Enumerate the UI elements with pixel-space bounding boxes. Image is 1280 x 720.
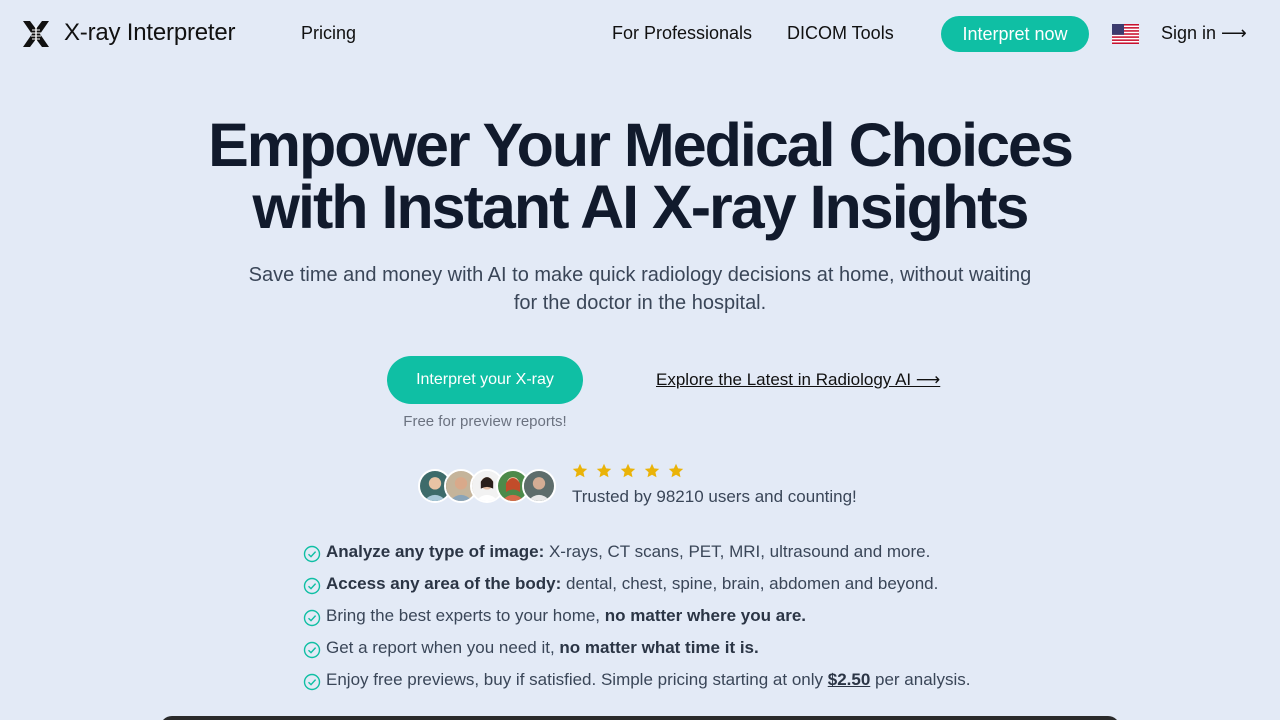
hero-headline-line-2: with Instant AI X-ray Insights (252, 173, 1030, 241)
demo-preview-frame (160, 716, 1120, 720)
sign-in-link[interactable]: Sign in ⟶ (1161, 23, 1247, 44)
us-flag-icon[interactable] (1112, 24, 1139, 44)
feature-text: X-rays, CT scans, PET, MRI, ultrasound a… (544, 542, 931, 561)
feature-text: per analysis. (870, 670, 971, 689)
feature-bold: no matter what time it is. (554, 638, 759, 657)
pricing-link[interactable]: $2.50 (828, 670, 871, 689)
feature-item: Bring the best experts to your home, no … (303, 606, 1023, 630)
star-icon (644, 463, 660, 478)
nav-for-professionals-link[interactable]: For Professionals (612, 23, 752, 44)
star-icon (620, 463, 636, 478)
check-circle-icon (303, 641, 321, 659)
check-circle-icon (303, 673, 321, 691)
user-avatars (418, 469, 558, 503)
feature-text: Enjoy free previews, buy if satisfied. S… (326, 670, 828, 689)
check-circle-icon (303, 609, 321, 627)
feature-item: Enjoy free previews, buy if satisfied. S… (303, 670, 1023, 694)
check-circle-icon (303, 577, 321, 595)
nav-pricing-link[interactable]: Pricing (301, 23, 356, 44)
nav-dicom-tools-link[interactable]: DICOM Tools (787, 23, 894, 44)
avatar (522, 469, 556, 503)
check-circle-icon (303, 545, 321, 563)
feature-item: Analyze any type of image: X-rays, CT sc… (303, 542, 1023, 566)
feature-item: Access any area of the body: dental, che… (303, 574, 1023, 598)
interpret-now-button[interactable]: Interpret now (941, 16, 1089, 52)
brand-name[interactable]: X-ray Interpreter (64, 19, 236, 47)
trust-text: Trusted by 98210 users and counting! (572, 487, 857, 506)
feature-bold: Access any area of the body: (326, 574, 562, 593)
hero-subtitle: Save time and money with AI to make quic… (248, 264, 1032, 314)
interpret-your-xray-button[interactable]: Interpret your X-ray (387, 356, 583, 404)
feature-bold: Analyze any type of image: (326, 542, 545, 561)
feature-text: Get a report when you need it, (326, 638, 555, 657)
star-icon (596, 463, 612, 478)
star-icon (668, 463, 684, 478)
feature-text: dental, chest, spine, brain, abdomen and… (561, 574, 939, 593)
feature-text: Bring the best experts to your home, (326, 606, 601, 625)
x-ray-logo-icon[interactable] (22, 20, 50, 48)
explore-radiology-ai-link[interactable]: Explore the Latest in Radiology AI ⟶ (656, 370, 940, 390)
feature-item: Get a report when you need it, no matter… (303, 638, 1023, 662)
top-nav: X-ray Interpreter Pricing For Profession… (0, 0, 1280, 68)
hero-headline-line-1: Empower Your Medical Choices (208, 111, 1074, 179)
star-icon (572, 463, 588, 478)
feature-bold: no matter where you are. (600, 606, 806, 625)
hero-headline: Empower Your Medical Choices with Instan… (0, 114, 1280, 238)
cta-note: Free for preview reports! (403, 413, 567, 430)
